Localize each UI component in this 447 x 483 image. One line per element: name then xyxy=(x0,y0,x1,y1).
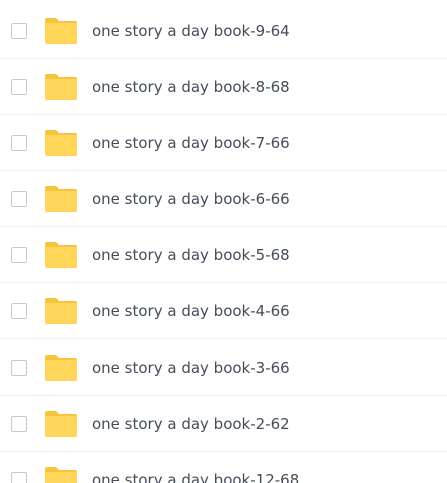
row-checkbox[interactable] xyxy=(11,416,27,432)
row-checkbox[interactable] xyxy=(11,303,27,319)
folder-icon xyxy=(44,297,78,325)
row-checkbox[interactable] xyxy=(11,191,27,207)
file-name[interactable]: one story a day book-5-68 xyxy=(92,245,290,265)
file-row[interactable]: one story a day book-5-68 xyxy=(0,227,447,283)
file-row[interactable]: one story a day book-8-68 xyxy=(0,59,447,115)
file-name[interactable]: one story a day book-4-66 xyxy=(92,301,290,321)
file-row[interactable]: one story a day book-6-66 xyxy=(0,171,447,227)
file-row[interactable]: one story a day book-3-66 xyxy=(0,340,447,396)
folder-icon xyxy=(44,466,78,483)
file-name[interactable]: one story a day book-3-66 xyxy=(92,358,290,378)
row-checkbox[interactable] xyxy=(11,247,27,263)
file-name[interactable]: one story a day book-8-68 xyxy=(92,77,290,97)
file-row[interactable]: one story a day book-9-64 xyxy=(0,3,447,59)
file-row[interactable]: one story a day book-2-62 xyxy=(0,396,447,452)
row-checkbox[interactable] xyxy=(11,360,27,376)
folder-icon xyxy=(44,185,78,213)
file-name[interactable]: one story a day book-7-66 xyxy=(92,133,290,153)
folder-icon xyxy=(44,241,78,269)
folder-icon xyxy=(44,73,78,101)
file-row[interactable]: one story a day book-4-66 xyxy=(0,283,447,339)
file-name[interactable]: one story a day book-12-68 xyxy=(92,470,299,483)
file-name[interactable]: one story a day book-6-66 xyxy=(92,189,290,209)
file-row[interactable]: one story a day book-7-66 xyxy=(0,115,447,171)
file-row[interactable]: one story a day book-12-68 xyxy=(0,452,447,483)
folder-icon xyxy=(44,129,78,157)
folder-icon xyxy=(44,354,78,382)
folder-icon xyxy=(44,410,78,438)
file-name[interactable]: one story a day book-2-62 xyxy=(92,414,290,434)
row-checkbox[interactable] xyxy=(11,79,27,95)
folder-icon xyxy=(44,17,78,45)
row-checkbox[interactable] xyxy=(11,135,27,151)
row-checkbox[interactable] xyxy=(11,472,27,483)
file-name[interactable]: one story a day book-9-64 xyxy=(92,21,290,41)
row-checkbox[interactable] xyxy=(11,23,27,39)
